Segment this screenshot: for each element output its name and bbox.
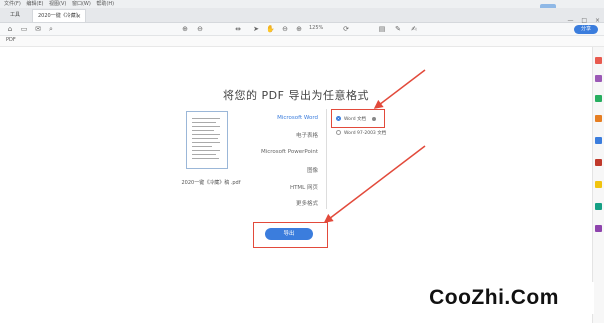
arrow-to-option <box>373 69 426 109</box>
annotation-arrows <box>323 69 426 223</box>
arrow-to-export <box>323 145 426 223</box>
watermark-logo: CooZhi.Com <box>394 282 594 314</box>
